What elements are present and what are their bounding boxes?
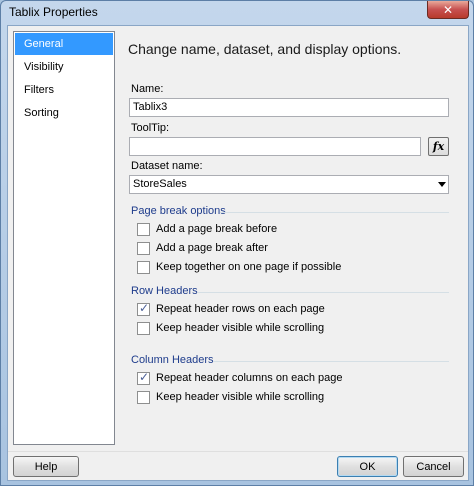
fx-icon: fx (432, 140, 445, 153)
page-break-after-label: Add a page break after (156, 242, 268, 254)
footer-divider (8, 451, 468, 452)
nav-item-filters[interactable]: Filters (15, 79, 113, 101)
dialog-client: General Visibility Filters Sorting Chang… (7, 25, 469, 481)
nav-item-visibility[interactable]: Visibility (15, 56, 113, 78)
title-bar[interactable]: Tablix Properties ✕ (1, 1, 473, 25)
repeat-column-headers-label: Repeat header columns on each page (156, 372, 343, 384)
general-panel: Change name, dataset, and display option… (121, 26, 467, 451)
page-heading: Change name, dataset, and display option… (128, 41, 402, 57)
dataset-value: StoreSales (133, 178, 187, 190)
keep-row-header-visible-label: Keep header visible while scrolling (156, 322, 325, 334)
row-headers-divider (198, 292, 449, 293)
tooltip-input[interactable] (129, 137, 421, 156)
keep-column-header-visible-label: Keep header visible while scrolling (156, 391, 325, 403)
column-headers-divider (213, 361, 449, 362)
nav-item-general[interactable]: General (15, 33, 113, 55)
ok-button[interactable]: OK (337, 456, 398, 477)
repeat-column-headers-checkbox[interactable] (137, 370, 150, 385)
close-icon: ✕ (442, 2, 454, 17)
dialog-window: Tablix Properties ✕ General Visibility F… (0, 0, 474, 486)
page-break-before-label: Add a page break before (156, 223, 278, 235)
keep-together-option[interactable]: Keep together on one page if possible (137, 259, 341, 275)
dropdown-arrow-icon (438, 182, 446, 187)
keep-row-header-visible-checkbox[interactable] (137, 321, 150, 335)
repeat-row-headers-option[interactable]: Repeat header rows on each page (137, 301, 325, 317)
repeat-column-headers-option[interactable]: Repeat header columns on each page (137, 370, 343, 386)
page-break-group-title: Page break options (131, 205, 226, 217)
tooltip-label: ToolTip: (131, 122, 170, 134)
close-button[interactable]: ✕ (427, 1, 469, 19)
dataset-label: Dataset name: (131, 160, 203, 172)
keep-together-checkbox[interactable] (137, 260, 150, 274)
window-title: Tablix Properties (9, 5, 98, 19)
repeat-row-headers-label: Repeat header rows on each page (156, 303, 325, 315)
page-break-after-checkbox[interactable] (137, 241, 150, 255)
nav-item-sorting[interactable]: Sorting (15, 102, 113, 124)
keep-row-header-visible-option[interactable]: Keep header visible while scrolling (137, 320, 324, 336)
column-headers-group-title: Column Headers (131, 354, 214, 366)
page-break-divider (220, 212, 449, 213)
help-button[interactable]: Help (13, 456, 79, 477)
page-break-before-option[interactable]: Add a page break before (137, 221, 277, 237)
cancel-button[interactable]: Cancel (403, 456, 464, 477)
row-headers-group-title: Row Headers (131, 285, 198, 297)
repeat-row-headers-checkbox[interactable] (137, 301, 150, 316)
dataset-dropdown[interactable]: StoreSales (129, 175, 449, 194)
name-label: Name: (131, 83, 164, 95)
keep-together-label: Keep together on one page if possible (156, 261, 342, 273)
page-break-before-checkbox[interactable] (137, 222, 150, 236)
name-input[interactable]: Tablix3 (129, 98, 449, 117)
page-break-after-option[interactable]: Add a page break after (137, 240, 268, 256)
keep-column-header-visible-checkbox[interactable] (137, 390, 150, 404)
tooltip-expression-button[interactable]: fx (428, 137, 449, 156)
nav-list: General Visibility Filters Sorting (13, 31, 115, 445)
keep-column-header-visible-option[interactable]: Keep header visible while scrolling (137, 389, 324, 405)
